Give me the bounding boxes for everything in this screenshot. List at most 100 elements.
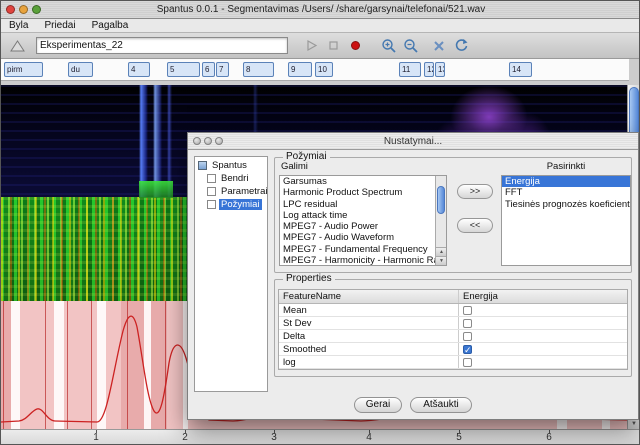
available-features-list[interactable]: Garsumas Harmonic Product Spectrum LPC r… <box>279 175 447 266</box>
tree-root-label: Spantus <box>210 160 249 171</box>
ruler-segment[interactable]: 12 <box>424 62 434 77</box>
list-item[interactable]: LPC residual <box>280 199 435 210</box>
tree-item-pozymiai[interactable]: Požymiai <box>195 198 267 211</box>
list-item[interactable]: Harmonic Product Spectrum <box>280 187 435 198</box>
list-item[interactable]: Log attack time <box>280 210 435 221</box>
ruler-segment[interactable]: 9 <box>288 62 312 77</box>
stop-icon[interactable] <box>323 36 343 56</box>
menu-priedai[interactable]: Priedai <box>36 19 83 33</box>
ruler-segment[interactable]: 13 <box>435 62 445 77</box>
cancel-button[interactable]: Atšaukti <box>410 397 472 413</box>
list-item[interactable]: MPEG7 - Fundamental Frequency <box>280 244 435 255</box>
settings-dialog: Nustatymai... Spantus Bendri Parametrai … <box>187 132 639 420</box>
property-name: Mean <box>279 304 459 316</box>
axis-tick: 1 <box>86 432 106 443</box>
properties-group: Properties FeatureName Energija Mean St … <box>274 279 632 377</box>
tree-item-bendri[interactable]: Bendri <box>195 172 267 185</box>
column-header-energija: Energija <box>459 290 627 303</box>
segment-label: 10 <box>318 65 327 74</box>
play-icon[interactable] <box>301 36 321 56</box>
dialog-titlebar[interactable]: Nustatymai... <box>188 133 638 150</box>
record-icon[interactable] <box>345 36 365 56</box>
ruler-segment[interactable]: 7 <box>216 62 229 77</box>
checkbox-log[interactable] <box>463 358 472 367</box>
menu-byla[interactable]: Byla <box>1 19 36 33</box>
ruler-segment[interactable]: du <box>68 62 93 77</box>
list-item[interactable]: MPEG7 - Audio Power <box>280 221 435 232</box>
column-header-featurename: FeatureName <box>279 290 459 303</box>
table-row: St Dev <box>279 317 627 330</box>
tree-item-parametrai[interactable]: Parametrai <box>195 185 267 198</box>
selected-features-list[interactable]: Energija FFT Tiesinės prognozės koeficie… <box>501 175 631 266</box>
experiment-name-input[interactable] <box>36 37 288 54</box>
ruler-segment[interactable]: 11 <box>399 62 421 77</box>
properties-table: FeatureName Energija Mean St Dev Delta S… <box>278 289 628 370</box>
tree-item-label: Bendri <box>219 173 250 184</box>
dialog-title: Nustatymai... <box>188 136 638 147</box>
segment-label: 9 <box>291 65 295 74</box>
checkbox-delta[interactable] <box>463 332 472 341</box>
list-item[interactable]: Tiesinės prognozės koeficientai <box>502 199 630 210</box>
segment-label: pirm <box>7 65 23 74</box>
checkbox-smoothed[interactable] <box>463 345 472 354</box>
ok-button[interactable]: Gerai <box>354 397 402 413</box>
triangle-marker-icon[interactable] <box>7 36 27 56</box>
property-name: Delta <box>279 330 459 342</box>
list-scrollbar[interactable] <box>435 176 446 265</box>
remove-feature-button[interactable]: << <box>457 218 493 233</box>
checkbox-mean[interactable] <box>463 306 472 315</box>
zoom-out-icon[interactable] <box>401 36 421 56</box>
property-name: St Dev <box>279 317 459 329</box>
ruler-segment[interactable]: 10 <box>315 62 333 77</box>
segment-label: 11 <box>402 65 410 74</box>
property-name: log <box>279 356 459 368</box>
tree-item-label: Parametrai <box>219 186 269 197</box>
tree-node-icon <box>207 187 216 196</box>
window-title: Spantus 0.0.1 - Segmentavimas /Users/ /s… <box>1 4 640 15</box>
scrollbar-thumb[interactable] <box>437 186 445 214</box>
list-item[interactable]: MPEG7 - Harmonicity - Harmonic Ratio <box>280 255 435 266</box>
menubar: Byla Priedai Pagalba <box>1 19 640 33</box>
app-window: Spantus 0.0.1 - Segmentavimas /Users/ /s… <box>0 0 640 445</box>
tree-node-icon <box>207 174 216 183</box>
add-feature-button[interactable]: >> <box>457 184 493 199</box>
segment-label: 6 <box>205 65 209 74</box>
ruler-segment[interactable]: 8 <box>243 62 274 77</box>
list-item[interactable]: Energija <box>502 176 630 187</box>
segment-label: 13 <box>438 65 445 74</box>
table-header-row: FeatureName Energija <box>279 290 627 304</box>
segment-label: 12 <box>427 65 434 74</box>
spectrogram-spike <box>139 181 173 198</box>
segment-label: 7 <box>219 65 223 74</box>
tree-root-spantus[interactable]: Spantus <box>195 159 267 172</box>
table-row: Delta <box>279 330 627 343</box>
zoom-in-icon[interactable] <box>379 36 399 56</box>
tree-node-icon <box>207 200 216 209</box>
ruler-segment[interactable]: 14 <box>509 62 532 77</box>
segment-ruler[interactable]: pirm du 4 5 6 7 8 9 10 11 12 13 14 <box>1 59 629 81</box>
axis-tick: 4 <box>359 432 379 443</box>
checkbox-stdev[interactable] <box>463 319 472 328</box>
list-item[interactable]: FFT <box>502 187 630 198</box>
axis-tick: 2 <box>175 432 195 443</box>
list-item[interactable]: MPEG7 - Audio Waveform <box>280 232 435 243</box>
available-label: Galimi <box>281 161 308 172</box>
scroll-down-arrow-icon[interactable] <box>436 256 447 265</box>
refresh-icon[interactable] <box>451 36 471 56</box>
list-item[interactable]: Garsumas <box>280 176 435 187</box>
axis-tick: 5 <box>449 432 469 443</box>
ruler-segment[interactable]: 4 <box>128 62 150 77</box>
ruler-segment[interactable]: pirm <box>4 62 43 77</box>
segment-label: 14 <box>512 65 521 74</box>
properties-group-title: Properties <box>283 273 335 284</box>
folder-icon <box>198 161 207 170</box>
table-row: Mean <box>279 304 627 317</box>
time-axis: 1 2 3 4 5 6 <box>1 429 640 445</box>
ruler-segment[interactable]: 6 <box>202 62 215 77</box>
segment-label: 4 <box>131 65 135 74</box>
toolbar <box>1 33 640 59</box>
clear-x-icon[interactable] <box>429 36 449 56</box>
ruler-segment[interactable]: 5 <box>167 62 200 77</box>
menu-pagalba[interactable]: Pagalba <box>84 19 137 33</box>
scroll-up-arrow-icon[interactable] <box>436 247 447 256</box>
